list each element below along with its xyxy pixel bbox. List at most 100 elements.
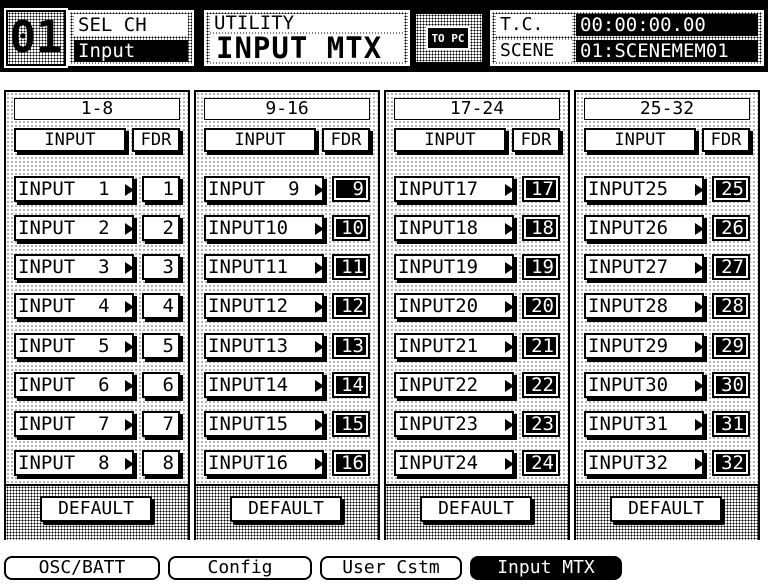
right-triangle-icon <box>315 223 324 235</box>
input-source-button[interactable]: INPUT30 <box>584 372 704 398</box>
fader-assign-box[interactable]: 32 <box>712 450 750 476</box>
fader-assign-box[interactable]: 9 <box>332 176 370 202</box>
fader-assign-box[interactable]: 20 <box>522 293 560 319</box>
input-source-button[interactable]: INPUT29 <box>584 333 704 359</box>
input-source-button[interactable]: INPUT14 <box>204 372 324 398</box>
matrix-row: INPUT21 21 <box>394 333 560 359</box>
tab-config[interactable]: Config <box>168 556 312 580</box>
fader-column-tab[interactable]: FDR <box>322 128 370 152</box>
right-triangle-icon <box>125 380 134 392</box>
default-button[interactable]: DEFAULT <box>230 496 342 522</box>
fader-assign-box[interactable]: 17 <box>522 176 560 202</box>
fader-column-tab[interactable]: FDR <box>132 128 180 152</box>
fader-assign-box[interactable]: 27 <box>712 254 750 280</box>
input-source-button[interactable]: INPUT 1 <box>14 176 134 202</box>
input-source-button[interactable]: INPUT17 <box>394 176 514 202</box>
fader-assign-box[interactable]: 23 <box>522 411 560 437</box>
input-source-button[interactable]: INPUT16 <box>204 450 324 476</box>
fader-assign-box[interactable]: 28 <box>712 293 750 319</box>
input-source-button[interactable]: INPUT10 <box>204 215 324 241</box>
input-source-button[interactable]: INPUT22 <box>394 372 514 398</box>
input-source-button[interactable]: INPUT20 <box>394 293 514 319</box>
input-column-tab[interactable]: INPUT <box>14 128 126 152</box>
to-pc-button[interactable]: TO PC <box>426 26 470 50</box>
matrix-row: INPUT12 12 <box>204 293 370 319</box>
fader-assign-box[interactable]: 25 <box>712 176 750 202</box>
fader-assign-box[interactable]: 16 <box>332 450 370 476</box>
fader-assign-box[interactable]: 29 <box>712 333 750 359</box>
right-triangle-icon <box>695 458 704 470</box>
right-triangle-icon <box>315 262 324 274</box>
input-column-tab[interactable]: INPUT <box>584 128 696 152</box>
right-triangle-icon <box>315 341 324 353</box>
tab-osc-batt[interactable]: OSC/BATT <box>4 556 160 580</box>
input-source-button[interactable]: INPUT23 <box>394 411 514 437</box>
fader-assign-box[interactable]: 11 <box>332 254 370 280</box>
fader-assign-box[interactable]: 13 <box>332 333 370 359</box>
input-source-button[interactable]: INPUT15 <box>204 411 324 437</box>
fader-assign-box[interactable]: 15 <box>332 411 370 437</box>
input-source-button[interactable]: INPUT18 <box>394 215 514 241</box>
fader-assign-box[interactable]: 19 <box>522 254 560 280</box>
input-source-button[interactable]: INPUT25 <box>584 176 704 202</box>
input-source-button[interactable]: INPUT 5 <box>14 333 134 359</box>
tab-input-mtx[interactable]: Input MTX <box>470 556 622 580</box>
fader-assign-box[interactable]: 26 <box>712 215 750 241</box>
fader-column-tab[interactable]: FDR <box>512 128 560 152</box>
input-source-button[interactable]: INPUT11 <box>204 254 324 280</box>
fader-column-tab[interactable]: FDR <box>702 128 750 152</box>
input-source-button[interactable]: INPUT32 <box>584 450 704 476</box>
input-source-button[interactable]: INPUT19 <box>394 254 514 280</box>
fader-assign-box[interactable]: 10 <box>332 215 370 241</box>
input-source-button[interactable]: INPUT13 <box>204 333 324 359</box>
fader-assign-box[interactable]: 1 <box>142 176 180 202</box>
fader-assign-box[interactable]: 7 <box>142 411 180 437</box>
right-triangle-icon <box>695 301 704 313</box>
fader-assign-box[interactable]: 24 <box>522 450 560 476</box>
input-column-tab[interactable]: INPUT <box>394 128 506 152</box>
input-source-button[interactable]: INPUT 7 <box>14 411 134 437</box>
fader-assign-box[interactable]: 21 <box>522 333 560 359</box>
input-source-button[interactable]: INPUT 4 <box>14 293 134 319</box>
page-title: INPUT MTX <box>210 34 404 63</box>
fader-assign-box[interactable]: 18 <box>522 215 560 241</box>
input-source-label: INPUT 5 <box>18 335 110 357</box>
right-triangle-icon <box>315 380 324 392</box>
input-source-button[interactable]: INPUT21 <box>394 333 514 359</box>
input-source-button[interactable]: INPUT26 <box>584 215 704 241</box>
default-button[interactable]: DEFAULT <box>420 496 532 522</box>
default-button[interactable]: DEFAULT <box>40 496 152 522</box>
right-triangle-icon <box>125 184 134 196</box>
fader-assign-box[interactable]: 14 <box>332 372 370 398</box>
channel-number: 01 <box>4 8 68 68</box>
input-source-button[interactable]: INPUT12 <box>204 293 324 319</box>
input-source-button[interactable]: INPUT 2 <box>14 215 134 241</box>
fader-assign-box[interactable]: 12 <box>332 293 370 319</box>
fader-assign-box[interactable]: 2 <box>142 215 180 241</box>
input-source-button[interactable]: INPUT 3 <box>14 254 134 280</box>
tab-user-cstm[interactable]: User Cstm <box>320 556 462 580</box>
fader-assign-box[interactable]: 31 <box>712 411 750 437</box>
matrix-row: INPUT 5 5 <box>14 333 180 359</box>
matrix-row: INPUT20 20 <box>394 293 560 319</box>
input-source-button[interactable]: INPUT24 <box>394 450 514 476</box>
input-source-button[interactable]: INPUT27 <box>584 254 704 280</box>
fader-assign-box[interactable]: 6 <box>142 372 180 398</box>
input-source-button[interactable]: INPUT 6 <box>14 372 134 398</box>
channel-group-3: 17-24 INPUT FDR INPUT17 17 INPUT18 18 INPUT19 19… <box>384 90 570 540</box>
default-button[interactable]: DEFAULT <box>610 496 722 522</box>
fader-assign-box[interactable]: 8 <box>142 450 180 476</box>
fader-assign-box[interactable]: 22 <box>522 372 560 398</box>
matrix-row: INPUT 6 6 <box>14 372 180 398</box>
input-source-button[interactable]: INPUT 8 <box>14 450 134 476</box>
fader-assign-box[interactable]: 5 <box>142 333 180 359</box>
input-source-label: INPUT16 <box>208 452 289 474</box>
fader-assign-box[interactable]: 30 <box>712 372 750 398</box>
input-source-button[interactable]: INPUT 9 <box>204 176 324 202</box>
channel-group-4: 25-32 INPUT FDR INPUT25 25 INPUT26 26 INPUT27 27… <box>574 90 760 540</box>
fader-assign-box[interactable]: 3 <box>142 254 180 280</box>
input-source-button[interactable]: INPUT31 <box>584 411 704 437</box>
input-column-tab[interactable]: INPUT <box>204 128 316 152</box>
fader-assign-box[interactable]: 4 <box>142 293 180 319</box>
input-source-button[interactable]: INPUT28 <box>584 293 704 319</box>
